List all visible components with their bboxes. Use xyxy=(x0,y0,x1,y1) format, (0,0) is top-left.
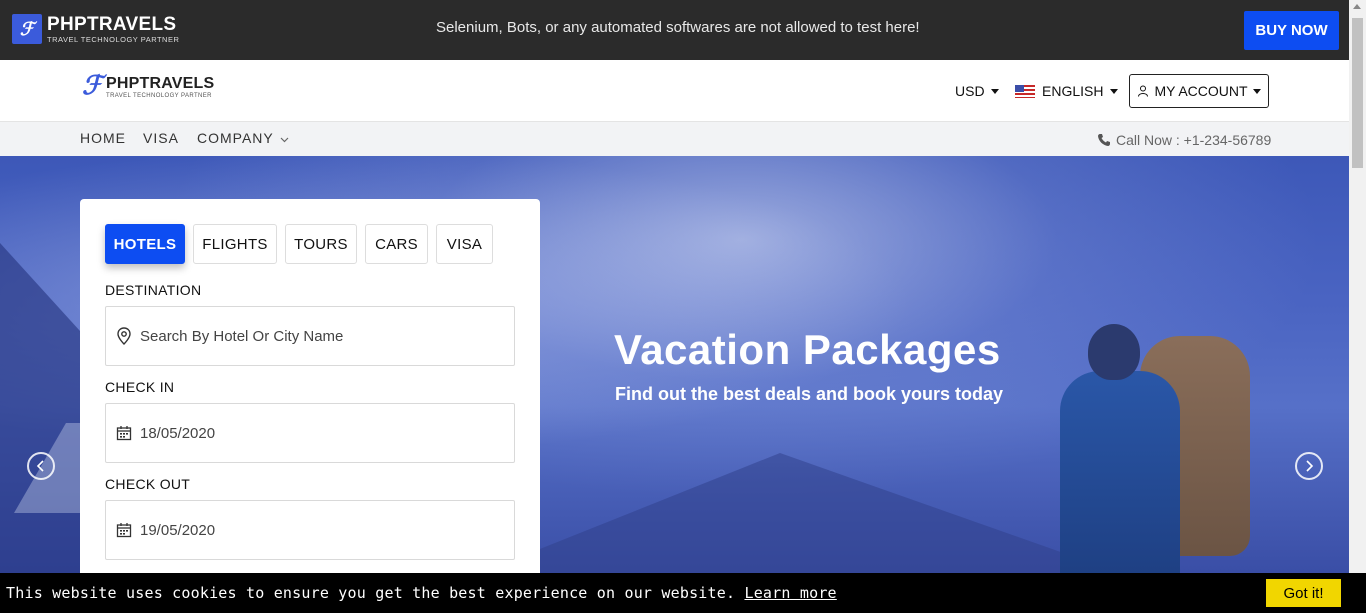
logo-subtitle: TRAVEL TECHNOLOGY PARTNER xyxy=(47,34,180,44)
main-nav: HOME VISA COMPANY Call Now : +1-234-5678… xyxy=(0,121,1349,156)
scrollbar-thumb[interactable] xyxy=(1352,18,1363,168)
currency-label: USD xyxy=(955,83,985,99)
header-logo[interactable]: ℱ PHPTRAVELS TRAVEL TECHNOLOGY PARTNER xyxy=(82,72,214,102)
checkout-label: CHECK OUT xyxy=(105,476,191,492)
map-pin-icon xyxy=(117,327,131,345)
calendar-icon xyxy=(116,426,132,441)
nav-company-label: COMPANY xyxy=(197,130,274,146)
scroll-up-icon[interactable] xyxy=(1353,4,1361,9)
checkout-value: 19/05/2020 xyxy=(140,521,216,539)
us-flag-icon xyxy=(1015,84,1035,98)
next-slide-button[interactable] xyxy=(1295,452,1323,480)
call-now-text: Call Now : +1-234-56789 xyxy=(1116,132,1272,148)
checkout-input[interactable]: 19/05/2020 xyxy=(105,500,515,560)
tab-flights[interactable]: FLIGHTS xyxy=(193,224,277,264)
logo-title: PHPTRAVELS xyxy=(47,13,177,35)
hero-mountain xyxy=(480,453,1120,573)
cookie-accept-button[interactable]: Got it! xyxy=(1266,579,1341,607)
cookie-text: This website uses cookies to ensure you … xyxy=(6,584,736,602)
cookie-message: This website uses cookies to ensure you … xyxy=(6,584,837,602)
logo-icon: ℱ xyxy=(12,14,42,44)
nav-company[interactable]: COMPANY xyxy=(197,130,289,146)
user-icon xyxy=(1138,85,1149,97)
chevron-left-icon xyxy=(36,460,44,472)
tab-tours[interactable]: TOURS xyxy=(285,224,357,264)
caret-down-icon xyxy=(990,88,999,94)
logo-icon: ℱ xyxy=(82,71,103,101)
logo-title: PHPTRAVELS xyxy=(106,74,215,92)
caret-down-icon xyxy=(1252,88,1261,94)
learn-more-link[interactable]: Learn more xyxy=(744,584,836,602)
checkin-input[interactable]: 18/05/2020 xyxy=(105,403,515,463)
currency-dropdown[interactable]: USD xyxy=(955,83,999,99)
my-account-button[interactable]: MY ACCOUNT xyxy=(1129,74,1269,108)
tab-visa[interactable]: VISA xyxy=(436,224,493,264)
checkin-value: 18/05/2020 xyxy=(140,424,216,442)
tab-cars[interactable]: CARS xyxy=(365,224,428,264)
checkin-label: CHECK IN xyxy=(105,379,175,395)
logo-subtitle: TRAVEL TECHNOLOGY PARTNER xyxy=(106,92,212,99)
language-label: ENGLISH xyxy=(1042,83,1104,99)
bot-notice: Selenium, Bots, or any automated softwar… xyxy=(436,19,920,36)
language-dropdown[interactable]: ENGLISH xyxy=(1015,83,1119,99)
destination-label: DESTINATION xyxy=(105,282,202,298)
prev-slide-button[interactable] xyxy=(27,452,55,480)
caret-down-icon xyxy=(1110,88,1119,94)
chevron-right-icon xyxy=(1306,460,1314,472)
top-logo[interactable]: ℱ PHPTRAVELS TRAVEL TECHNOLOGY PARTNER xyxy=(12,14,179,44)
call-now[interactable]: Call Now : +1-234-56789 xyxy=(1097,132,1271,148)
chevron-down-icon xyxy=(280,137,289,143)
nav-home[interactable]: HOME xyxy=(80,130,126,146)
my-account-label: MY ACCOUNT xyxy=(1154,83,1248,99)
buy-now-button[interactable]: BUY NOW xyxy=(1244,11,1339,50)
search-card: HOTELS FLIGHTS TOURS CARS VISA DESTINATI… xyxy=(80,199,540,599)
site-header: ℱ PHPTRAVELS TRAVEL TECHNOLOGY PARTNER U… xyxy=(0,60,1349,121)
destination-input[interactable]: Search By Hotel Or City Name xyxy=(105,306,515,366)
calendar-icon xyxy=(116,523,132,538)
hero-subtitle: Find out the best deals and book yours t… xyxy=(615,384,1004,404)
hero-title: Vacation Packages xyxy=(614,326,1001,373)
cookie-banner: This website uses cookies to ensure you … xyxy=(0,573,1366,613)
destination-placeholder: Search By Hotel Or City Name xyxy=(140,327,344,345)
nav-visa[interactable]: VISA xyxy=(143,130,179,146)
hero-hiker-image xyxy=(1050,316,1280,573)
tab-hotels[interactable]: HOTELS xyxy=(105,224,185,264)
top-banner: ℱ PHPTRAVELS TRAVEL TECHNOLOGY PARTNER S… xyxy=(0,0,1349,60)
phone-icon xyxy=(1098,134,1110,146)
